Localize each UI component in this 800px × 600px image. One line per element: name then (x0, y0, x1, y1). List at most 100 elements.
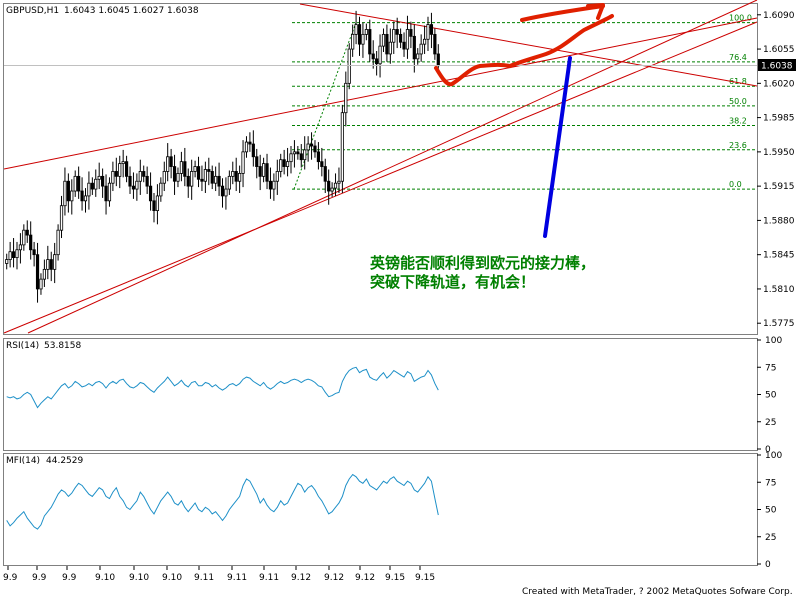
fib-level-label: 76.4 (729, 53, 747, 62)
candle-body (162, 171, 166, 184)
candle-body (128, 175, 132, 187)
candle-body (80, 190, 84, 202)
candle-body (121, 161, 125, 165)
candle-body (327, 180, 331, 192)
candle-body (282, 159, 286, 167)
candle-body (104, 185, 108, 202)
candle-body (416, 53, 420, 60)
candle-body (433, 33, 437, 55)
candle-body (419, 43, 423, 55)
candle-body (296, 151, 300, 155)
candle-body (399, 33, 403, 43)
candle-body (268, 180, 273, 190)
candle-body (87, 182, 91, 197)
candle-body (241, 151, 245, 174)
chinese-annotation-line-1: 英镑能否顺利得到欧元的接力棒， (370, 254, 595, 272)
candle-body (200, 178, 204, 182)
rsi-panel-frame (3, 338, 758, 451)
candle-body (217, 175, 221, 187)
candle-body (272, 180, 276, 190)
candle-body (385, 33, 389, 55)
indicator-y-tick-label: 50 (765, 391, 777, 401)
indicator-y-tick-label: 25 (765, 533, 776, 543)
candle-body (8, 251, 12, 260)
candle-body (159, 182, 163, 197)
candle-body (77, 175, 81, 192)
y-tick-label: 1.6020 (763, 79, 795, 89)
candle-body (114, 171, 118, 177)
candle-body (193, 166, 197, 172)
candle-body (176, 173, 180, 182)
x-tick-label: 9.11 (227, 573, 247, 583)
y-tick-label: 1.5845 (763, 251, 795, 261)
candle-body (422, 38, 427, 45)
ohlc-label: 1.6043 1.6045 1.6027 1.6038 (64, 6, 199, 16)
candle-body (368, 29, 372, 55)
candle-body (330, 187, 334, 192)
candle-body (364, 29, 368, 35)
candle-body (375, 58, 379, 65)
candle-body (340, 112, 344, 182)
indicator-y-tick-label: 75 (765, 363, 776, 373)
candle-body (70, 190, 74, 202)
fib-level-label: 0.0 (729, 180, 742, 189)
candle-body (378, 45, 382, 65)
rsi-value: 53.8158 (44, 341, 81, 351)
y-tick-label: 1.5880 (763, 216, 795, 226)
candle-body (306, 143, 310, 151)
x-tick-label: 9.11 (194, 573, 214, 583)
candle-body (39, 278, 43, 290)
candle-body (169, 156, 173, 167)
candle-body (138, 171, 142, 182)
chinese-annotation-line-2: 突破下降轨道，有机会！ (370, 273, 535, 291)
candle-body (124, 161, 129, 177)
candle-body (220, 185, 225, 197)
candle-body (32, 249, 36, 256)
candle-body (323, 166, 327, 182)
current-price-label: 1.6038 (761, 62, 793, 72)
candle-body (49, 259, 53, 270)
candle-body (210, 171, 214, 184)
indicator-y-tick-label: 100 (765, 451, 782, 461)
candle-body (135, 180, 139, 190)
x-tick-label: 9.15 (385, 573, 405, 583)
candle-body (22, 229, 26, 246)
indicator-y-tick-label: 100 (765, 336, 782, 346)
chart-root: 0.023.638.250.061.876.4100.0 1.60901.605… (3, 0, 796, 597)
candle-body (255, 156, 259, 167)
candle-body (347, 48, 351, 84)
candle-body (111, 171, 115, 184)
candle-body (59, 205, 64, 231)
candle-body (227, 175, 231, 190)
candle-body (371, 53, 375, 60)
candle-body (145, 175, 149, 187)
candle-body (183, 161, 187, 177)
candle-body (11, 251, 16, 259)
y-tick-label: 1.5810 (763, 285, 795, 295)
candle-body (361, 33, 365, 45)
candle-body (265, 163, 269, 182)
x-tick-label: 9.10 (95, 573, 115, 583)
candle-body (56, 229, 60, 256)
y-tick-label: 1.5985 (763, 114, 795, 124)
x-tick-label: 9.9 (3, 573, 18, 583)
candle-body (251, 143, 255, 158)
mfi-value: 44.2529 (46, 456, 83, 466)
candle-body (292, 151, 297, 155)
candle-body (207, 169, 211, 172)
candle-body (248, 141, 252, 145)
mfi-label: MFI(14) (6, 456, 40, 466)
candle-body (18, 244, 23, 251)
candle-body (90, 182, 94, 190)
candle-body (279, 159, 283, 172)
footer-credit: Created with MetaTrader, ? 2002 MetaQuot… (522, 587, 793, 597)
candle-body (392, 29, 396, 43)
candle-body (101, 175, 105, 187)
fib-level-label: 23.6 (729, 141, 747, 150)
indicator-y-tick-label: 75 (765, 478, 776, 488)
candle-body (316, 151, 321, 163)
candle-body (46, 259, 50, 270)
candle-body (395, 29, 399, 35)
candle-body (234, 171, 238, 182)
candle-body (172, 166, 177, 182)
